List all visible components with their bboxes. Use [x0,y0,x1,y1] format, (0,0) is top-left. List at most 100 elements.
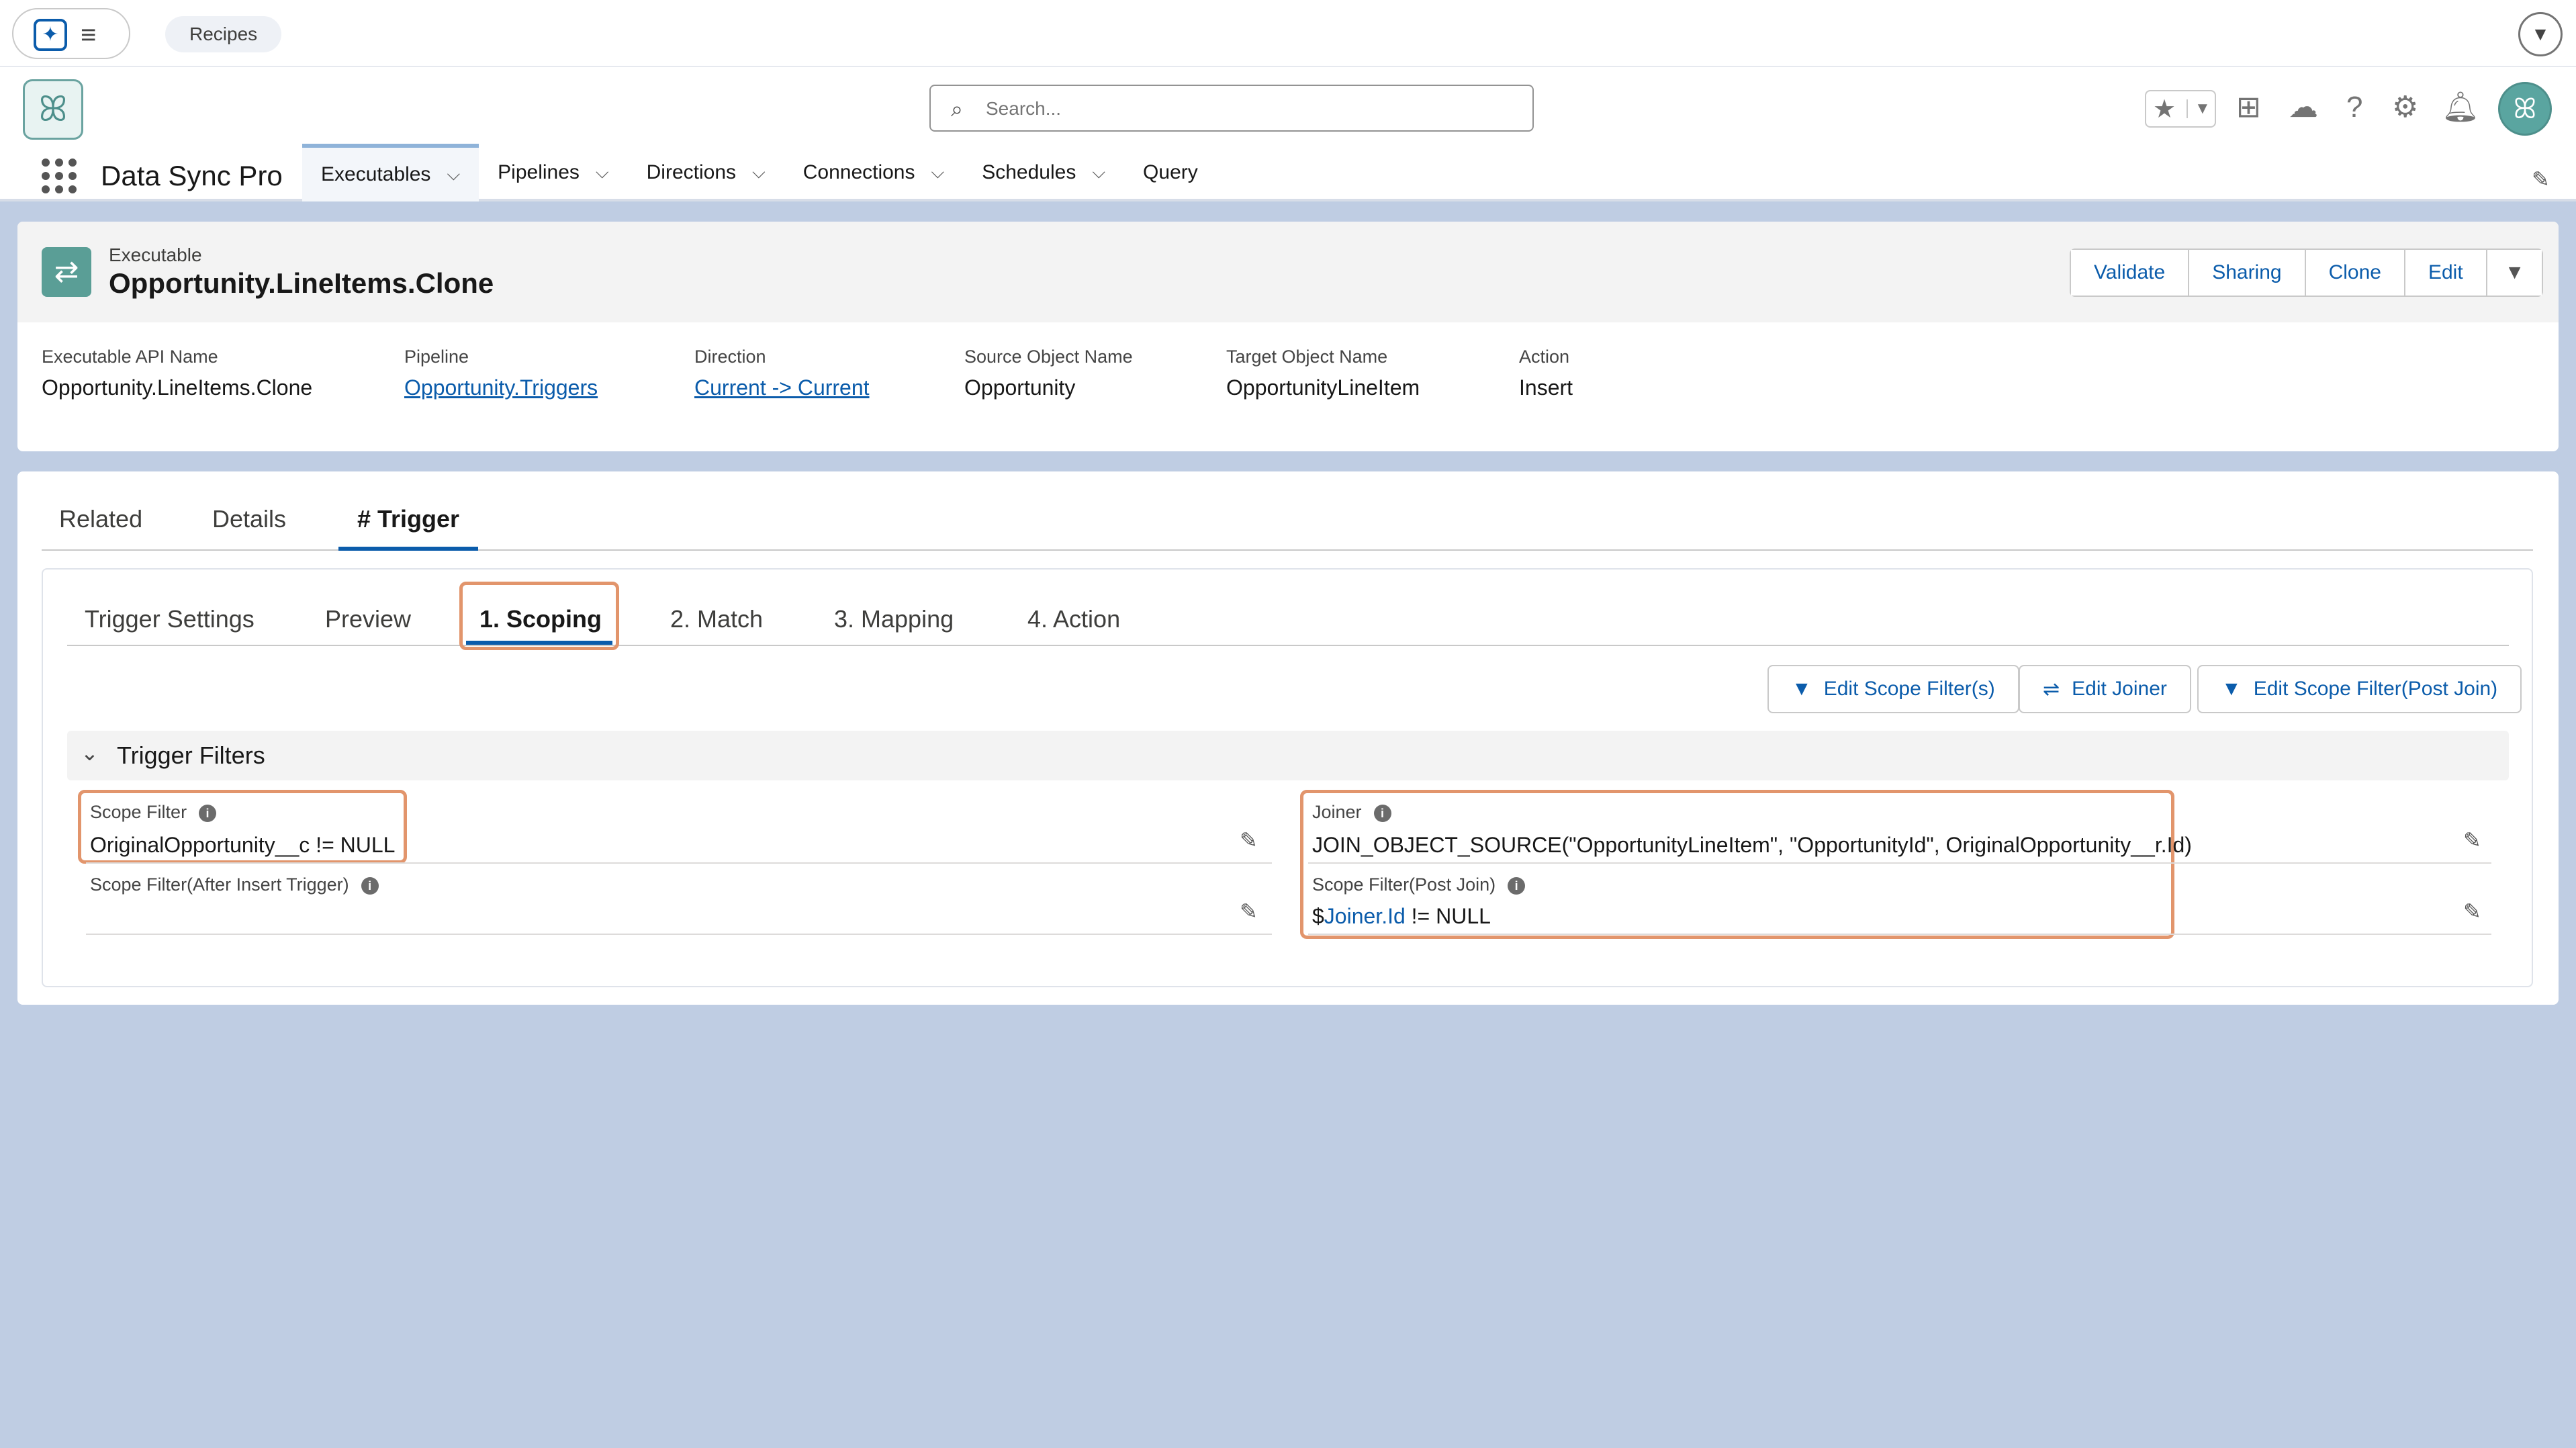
info-icon[interactable]: i [199,804,217,822]
trigger-filters-section[interactable]: ⌄ Trigger Filters [67,731,2509,780]
nav-item-label: Pipelines [498,161,580,183]
info-icon[interactable]: i [361,876,379,895]
pencil-icon[interactable]: ✎ [2463,827,2481,853]
scoping-tab-underline [466,641,612,645]
favorites-dropdown-icon[interactable]: ▼ [2187,99,2211,118]
chevron-down-icon[interactable]: ⌵ [931,162,945,183]
tab-trigger[interactable]: # Trigger [338,505,479,551]
info-icon[interactable]: i [1508,876,1526,895]
search-input[interactable] [986,93,1510,125]
direction-link[interactable]: Current -> Current [694,375,870,400]
tab-match[interactable]: 2. Match [670,600,763,638]
menu-icon[interactable]: ≡ [81,19,96,51]
chevron-down-icon[interactable]: ⌵ [1092,162,1105,183]
avatar[interactable]: ꕤ [2498,82,2552,136]
recipes-pill[interactable]: Recipes [165,16,282,52]
tab-details[interactable]: Details [212,505,286,551]
search-icon: ⌕ [951,97,963,121]
record-icon: ⇄ [42,247,91,297]
field-label: Executable API Name [42,347,218,367]
pencil-icon[interactable]: ✎ [2463,899,2481,924]
pencil-icon[interactable]: ✎ [1240,899,1258,924]
field-label: Pipeline [404,347,469,367]
field-action: Action Insert [1519,347,1573,400]
secondary-tabs-divider [67,645,2509,646]
field-label: Source Object Name [964,347,1133,367]
tab-mapping[interactable]: 3. Mapping [834,600,954,638]
global-search[interactable]: ⌕ [929,85,1534,132]
cloud-icon[interactable]: ☁ [2289,86,2318,129]
field-label: Action [1519,347,1570,367]
value-suffix: != NULL [1405,904,1491,928]
nav-item-directions[interactable]: Directions ⌵ [628,144,784,201]
info-icon[interactable]: i [1373,804,1391,822]
edit-joiner-button[interactable]: ⇌ Edit Joiner [2019,665,2191,713]
edit-nav-icon[interactable]: ✎ [2532,167,2550,192]
clone-button[interactable]: Clone [2305,250,2405,296]
scope-filter-after-insert-label: Scope Filter(After Insert Trigger) i [90,874,379,895]
filter-icon: ▼ [1792,678,1812,700]
nav-item-label: Directions [646,161,736,183]
star-icon[interactable]: ★ [2153,94,2176,124]
field-target-object: Target Object Name OpportunityLineItem [1226,347,1420,400]
nav-item-label: Query [1143,161,1198,183]
app-name: Data Sync Pro [101,160,283,191]
field-pipeline: Pipeline Opportunity.Triggers [404,347,598,400]
more-actions-icon[interactable]: ▼ [2487,250,2542,296]
nav-item-label: Executables [321,163,431,185]
bell-icon[interactable]: 🔔︎ [2442,86,2479,129]
edit-scope-filters-button[interactable]: ▼ Edit Scope Filter(s) [1767,665,2019,713]
scope-filter-value: OriginalOpportunity__c != NULL [90,833,396,857]
tab-action[interactable]: 4. Action [1027,600,1120,638]
scope-filter-post-join-value: $Joiner.Id != NULL [1312,904,1491,929]
object-label: Executable [109,244,202,265]
chevron-down-icon[interactable]: ⌵ [752,162,766,183]
joiner-id-link[interactable]: Joiner.Id [1324,904,1406,928]
edit-scope-filter-post-join-button[interactable]: ▼ Edit Scope Filter(Post Join) [2197,665,2522,713]
sparkle-icon[interactable]: ✦ [34,19,67,51]
field-divider [1308,862,2491,864]
favorites-group[interactable]: ★ ▼ [2145,90,2216,128]
field-label: Joiner [1312,802,1362,822]
field-value: Insert [1519,375,1573,400]
field-divider [1308,934,2491,935]
nav-item-connections[interactable]: Connections ⌵ [784,144,964,201]
utility-bar [0,0,2576,67]
chevron-down-icon[interactable]: ▼ [2518,12,2563,56]
joiner-value: JOIN_OBJECT_SOURCE("OpportunityLineItem"… [1312,833,2192,857]
nav-item-schedules[interactable]: Schedules ⌵ [963,144,1124,201]
chevron-down-icon[interactable]: ⌵ [596,162,609,183]
field-direction: Direction Current -> Current [694,347,870,400]
field-divider [86,862,1272,864]
gear-icon[interactable]: ⚙ [2392,86,2418,129]
plus-icon[interactable]: ⊞ [2236,86,2261,129]
joiner-label: Joiner i [1312,802,1391,823]
field-value: Opportunity.LineItems.Clone [42,375,313,400]
chevron-down-icon[interactable]: ⌵ [447,164,460,185]
waffle-icon[interactable] [42,159,77,193]
tab-preview[interactable]: Preview [325,600,411,638]
field-label: Direction [694,347,766,367]
record-name: Opportunity.LineItems.Clone [109,267,494,299]
tab-scoping[interactable]: 1. Scoping [479,600,602,638]
nav-bar: Executables ⌵ Pipelines ⌵ Directions ⌵ Conn… [302,144,1217,201]
chevron-down-icon[interactable]: ⌄ [81,740,99,766]
nav-item-label: Schedules [982,161,1076,183]
edit-button[interactable]: Edit [2405,250,2487,296]
app-logo: ꕤ [23,79,83,140]
pencil-icon[interactable]: ✎ [1240,827,1258,853]
tab-trigger-settings[interactable]: Trigger Settings [85,600,255,638]
nav-item-query[interactable]: Query [1124,144,1217,201]
button-label: Edit Joiner [2072,678,2167,700]
button-label: Edit Scope Filter(s) [1823,678,1995,700]
field-api-name: Executable API Name Opportunity.LineItem… [42,347,312,400]
nav-item-executables[interactable]: Executables ⌵ [302,144,479,201]
pipeline-link[interactable]: Opportunity.Triggers [404,375,598,400]
validate-button[interactable]: Validate [2071,250,2190,296]
question-icon[interactable]: ? [2346,86,2362,129]
sharing-button[interactable]: Sharing [2189,250,2306,296]
tab-related[interactable]: Related [59,505,142,551]
nav-item-pipelines[interactable]: Pipelines ⌵ [479,144,627,201]
agent-launcher[interactable]: ✦ ≡ [12,8,130,59]
field-value: Opportunity [964,375,1076,400]
